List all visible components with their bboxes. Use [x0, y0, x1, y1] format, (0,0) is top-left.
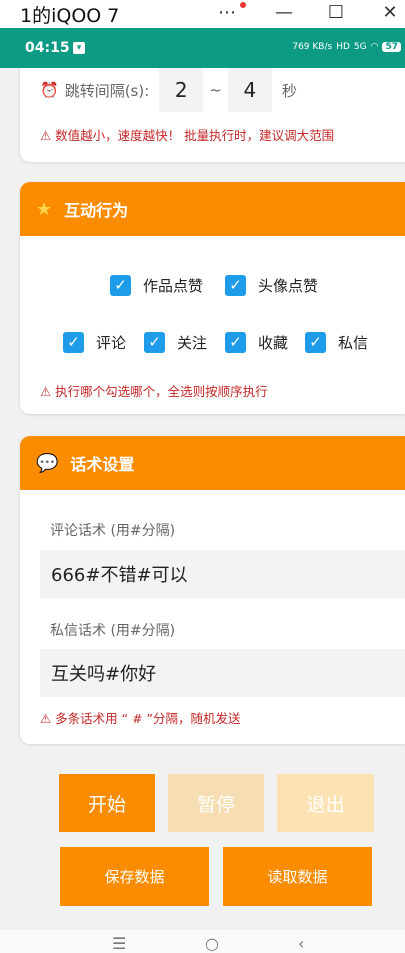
- checkbox-comment[interactable]: ✓ 评论: [63, 332, 126, 353]
- interaction-card: ★ 互动行为 ✓ 作品点赞 ✓ 头像点赞 ✓ 评论 ✓ 关注 ✓ 收藏 ✓ 私信…: [20, 182, 405, 414]
- checkbox-checked-icon[interactable]: ✓: [144, 332, 165, 353]
- wifi-icon: ◠: [370, 42, 379, 52]
- exit-button[interactable]: 退出: [277, 774, 374, 832]
- select-warning: ⚠ 执行哪个勾选哪个，全选则按顺序执行: [40, 384, 268, 399]
- maximize-button[interactable]: ☐: [324, 2, 348, 23]
- save-data-button[interactable]: 保存数据: [60, 847, 209, 906]
- checkbox-follow[interactable]: ✓ 关注: [144, 332, 207, 353]
- max-interval-input[interactable]: 4: [227, 68, 272, 112]
- start-button[interactable]: 开始: [59, 774, 155, 832]
- status-icons: 769 KB/s HD 5G ◠ 57: [292, 42, 401, 52]
- script-settings-card: 💬 话术设置 评论话术 (用#分隔) 666#不错#可以 私信话术 (用#分隔)…: [20, 436, 405, 744]
- close-button[interactable]: ✕: [378, 2, 402, 23]
- window-title: 1的iQOO 7: [20, 5, 120, 27]
- checkbox-label: 关注: [177, 334, 208, 352]
- hd-icon: HD: [336, 42, 350, 52]
- more-icon[interactable]: ⋯: [215, 2, 239, 23]
- checkbox-like-avatar[interactable]: ✓ 头像点赞: [225, 275, 318, 296]
- comment-script-input[interactable]: 666#不错#可以: [40, 550, 405, 598]
- menu-icon[interactable]: ☰: [112, 934, 126, 953]
- pause-button[interactable]: 暂停: [168, 774, 264, 832]
- checkbox-dm[interactable]: ✓ 私信: [305, 332, 368, 353]
- checkbox-label: 私信: [338, 334, 369, 352]
- script-card-header: 💬 话术设置: [20, 436, 405, 490]
- status-time: 04:15: [25, 40, 70, 56]
- script-title: 话术设置: [70, 455, 135, 474]
- battery-icon: 57: [382, 42, 401, 52]
- app-content[interactable]: ⏰ 跳转间隔(s): 2 ~ 4 秒 ⚠ 数值越小，速度越快！ 批量执行时，建议…: [0, 68, 405, 930]
- checkbox-checked-icon[interactable]: ✓: [225, 332, 246, 353]
- alarm-icon: ⏰: [40, 81, 59, 99]
- phone-status-bar: 04:15 ▾ 769 KB/s HD 5G ◠ 57: [0, 28, 405, 68]
- signal-icon: 5G: [353, 42, 367, 52]
- load-data-button[interactable]: 读取数据: [223, 847, 372, 906]
- jump-interval-label: 跳转间隔(s):: [64, 81, 150, 100]
- android-nav-bar: ☰ ○ ‹: [0, 930, 405, 953]
- checkbox-checked-icon[interactable]: ✓: [225, 275, 246, 296]
- checkbox-label: 头像点赞: [258, 277, 319, 295]
- seconds-unit: 秒: [281, 81, 297, 100]
- download-icon: ▾: [73, 42, 85, 54]
- checkbox-label: 评论: [96, 334, 127, 352]
- checkbox-like-work[interactable]: ✓ 作品点赞: [110, 275, 203, 296]
- separator-warning: ⚠ 多条话术用 “ # ”分隔，随机发送: [40, 711, 241, 726]
- jump-interval-row: ⏰ 跳转间隔(s): 2 ~ 4 秒: [40, 68, 297, 112]
- checkbox-checked-icon[interactable]: ✓: [110, 275, 131, 296]
- jump-interval-card: ⏰ 跳转间隔(s): 2 ~ 4 秒 ⚠ 数值越小，速度越快！ 批量执行时，建议…: [20, 68, 405, 162]
- back-icon[interactable]: ‹: [298, 934, 304, 953]
- window-titlebar: 1的iQOO 7 ⋯ — ☐ ✕: [0, 0, 405, 28]
- interaction-card-header: ★ 互动行为: [20, 182, 405, 236]
- notification-dot: [240, 2, 246, 8]
- min-interval-input[interactable]: 2: [159, 68, 204, 112]
- checkbox-checked-icon[interactable]: ✓: [305, 332, 326, 353]
- chat-bubble-icon: 💬: [36, 452, 59, 474]
- speed-warning: ⚠ 数值越小，速度越快！ 批量执行时，建议调大范围: [40, 128, 335, 143]
- net-speed: 769 KB/s: [292, 42, 333, 52]
- comment-script-label: 评论话术 (用#分隔): [50, 523, 176, 539]
- checkbox-checked-icon[interactable]: ✓: [63, 332, 84, 353]
- checkbox-label: 作品点赞: [143, 277, 204, 295]
- minimize-button[interactable]: —: [272, 2, 296, 23]
- star-icon: ★: [36, 198, 53, 220]
- dm-script-input[interactable]: 互关吗#你好: [40, 649, 405, 697]
- dm-script-label: 私信话术 (用#分隔): [50, 623, 176, 639]
- checkbox-collect[interactable]: ✓ 收藏: [225, 332, 288, 353]
- checkbox-label: 收藏: [258, 334, 289, 352]
- interaction-title: 互动行为: [64, 201, 129, 220]
- range-separator: ~: [209, 81, 222, 99]
- home-icon[interactable]: ○: [205, 934, 219, 953]
